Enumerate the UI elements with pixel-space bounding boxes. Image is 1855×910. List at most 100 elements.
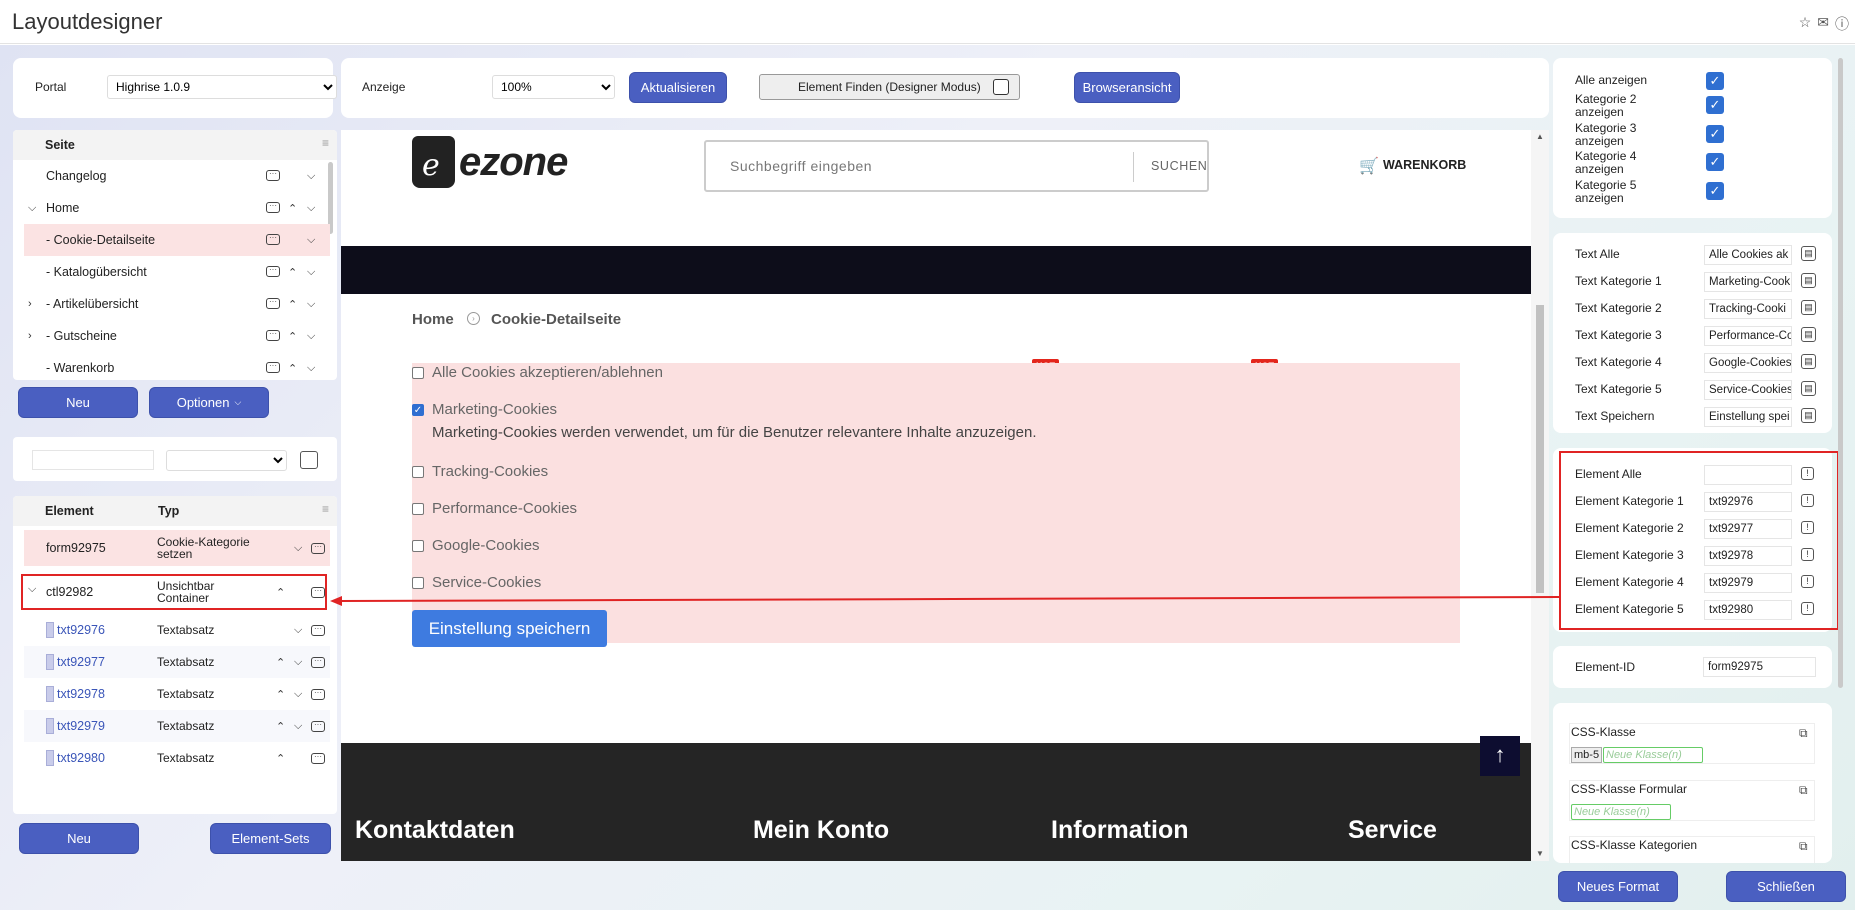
copy-icon[interactable]: ⧉ bbox=[1799, 783, 1808, 798]
move-down-icon[interactable]: ⌵ bbox=[307, 234, 315, 247]
alert-icon[interactable]: ! bbox=[1801, 494, 1814, 507]
move-up-icon[interactable]: ⌃ bbox=[288, 266, 297, 279]
new-form-class-input[interactable]: Neue Klasse(n) bbox=[1571, 804, 1671, 820]
find-element-checkbox[interactable] bbox=[993, 79, 1009, 95]
scrollbar-thumb[interactable] bbox=[1536, 305, 1544, 593]
cookie-row-performance[interactable]: Performance-Cookies bbox=[412, 500, 577, 517]
move-up-icon[interactable]: ⌃ bbox=[288, 362, 297, 375]
alert-icon[interactable]: ! bbox=[1801, 467, 1814, 480]
move-down-icon[interactable]: ⌵ bbox=[307, 202, 315, 215]
element-type-select[interactable] bbox=[166, 450, 287, 471]
text-setting-input[interactable]: Google-Cookies bbox=[1704, 353, 1792, 373]
page-tree-item[interactable]: ⌵ Home ··· ⌃ ⌵ bbox=[24, 192, 330, 224]
move-down-icon[interactable]: ⌵ bbox=[294, 720, 302, 733]
page-tree-item[interactable]: - Katalogübersicht ··· ⌃ ⌵ bbox=[24, 256, 330, 288]
cookie-row-all[interactable]: Alle Cookies akzeptieren/ablehnen bbox=[412, 364, 663, 381]
cookie-marketing-checkbox[interactable]: ✓ bbox=[412, 403, 424, 416]
more-options-icon[interactable]: ··· bbox=[311, 720, 325, 732]
right-panel-scrollbar[interactable] bbox=[1838, 58, 1843, 688]
move-down-icon[interactable]: ⌵ bbox=[294, 542, 302, 555]
move-up-icon[interactable]: ⌃ bbox=[276, 720, 285, 733]
cart-label[interactable]: WARENKORB bbox=[1383, 158, 1466, 172]
menu-lines-icon[interactable]: ≡ bbox=[322, 502, 329, 516]
show-option-checkbox[interactable]: ✓ bbox=[1706, 125, 1724, 143]
translate-icon[interactable]: ▤ bbox=[1801, 273, 1816, 288]
new-page-button[interactable]: Neu bbox=[18, 387, 138, 418]
refresh-button[interactable]: Aktualisieren bbox=[629, 72, 727, 103]
element-setting-input[interactable]: txt92979 bbox=[1704, 573, 1792, 593]
help-icon[interactable]: ⓘ bbox=[1835, 14, 1849, 34]
find-element-toggle[interactable]: Element Finden (Designer Modus) bbox=[759, 74, 1020, 100]
more-options-icon[interactable]: ··· bbox=[311, 688, 325, 700]
more-options-icon[interactable]: ··· bbox=[311, 752, 325, 764]
element-setting-input[interactable]: txt92980 bbox=[1704, 600, 1792, 620]
scroll-down-icon[interactable]: ▼ bbox=[1536, 849, 1544, 858]
move-up-icon[interactable]: ⌃ bbox=[288, 298, 297, 311]
move-down-icon[interactable]: ⌵ bbox=[307, 266, 315, 279]
text-setting-input[interactable]: Tracking-Cooki bbox=[1704, 299, 1792, 319]
more-options-icon[interactable]: ··· bbox=[266, 330, 280, 341]
more-options-icon[interactable]: ··· bbox=[311, 542, 325, 554]
element-id-input[interactable]: form92975 bbox=[1703, 657, 1816, 677]
drag-handle-icon[interactable] bbox=[46, 686, 54, 702]
page-tree-item[interactable]: - Cookie-Detailseite ··· ⌵ bbox=[24, 224, 330, 256]
cookie-tracking-checkbox[interactable] bbox=[412, 465, 424, 478]
cookie-all-checkbox[interactable] bbox=[412, 366, 424, 379]
move-up-icon[interactable]: ⌃ bbox=[276, 752, 285, 765]
more-options-icon[interactable]: ··· bbox=[266, 202, 280, 213]
show-option-checkbox[interactable]: ✓ bbox=[1706, 182, 1724, 200]
element-setting-input[interactable]: txt92976 bbox=[1704, 492, 1792, 512]
text-setting-input[interactable]: Performance-Co bbox=[1704, 326, 1792, 346]
translate-icon[interactable]: ▤ bbox=[1801, 246, 1816, 261]
move-down-icon[interactable]: ⌵ bbox=[294, 656, 302, 669]
page-tree-item[interactable]: - Warenkorb ··· ⌃ ⌵ bbox=[24, 352, 330, 384]
text-setting-input[interactable]: Einstellung spei bbox=[1704, 407, 1792, 427]
chevron-right-icon[interactable]: › bbox=[28, 298, 32, 310]
alert-icon[interactable]: ! bbox=[1801, 548, 1814, 561]
chevron-down-icon[interactable]: ⌵ bbox=[28, 202, 36, 215]
scroll-to-top-icon[interactable]: ↑ bbox=[1480, 736, 1520, 776]
element-filter-input[interactable] bbox=[32, 450, 154, 470]
element-tree-row[interactable]: txt92977 Textabsatz ⌃ ⌵ ··· bbox=[24, 646, 330, 678]
move-down-icon[interactable]: ⌵ bbox=[294, 624, 302, 637]
new-class-input[interactable]: Neue Klasse(n) bbox=[1603, 747, 1703, 763]
page-tree-item[interactable]: › - Artikelübersicht ··· ⌃ ⌵ bbox=[24, 288, 330, 320]
move-down-icon[interactable]: ⌵ bbox=[307, 170, 315, 183]
move-down-icon[interactable]: ⌵ bbox=[294, 688, 302, 701]
alert-icon[interactable]: ! bbox=[1801, 575, 1814, 588]
element-tree-row[interactable]: txt92979 Textabsatz ⌃ ⌵ ··· bbox=[24, 710, 330, 742]
text-setting-input[interactable]: Alle Cookies ak bbox=[1704, 245, 1792, 265]
more-options-icon[interactable]: ··· bbox=[266, 298, 280, 309]
chevron-right-icon[interactable]: › bbox=[28, 330, 32, 342]
more-options-icon[interactable]: ··· bbox=[266, 266, 280, 277]
element-filter-checkbox[interactable] bbox=[300, 451, 318, 469]
drag-handle-icon[interactable] bbox=[46, 654, 54, 670]
menu-lines-icon[interactable]: ≡ bbox=[322, 136, 329, 150]
element-tree-row[interactable]: txt92976 Textabsatz ⌵ ··· bbox=[24, 614, 330, 646]
new-format-button[interactable]: Neues Format bbox=[1558, 871, 1678, 902]
cookie-row-tracking[interactable]: Tracking-Cookies bbox=[412, 463, 548, 480]
scroll-up-icon[interactable]: ▲ bbox=[1536, 132, 1544, 141]
more-options-icon[interactable]: ··· bbox=[266, 234, 280, 245]
page-tree-item[interactable]: Changelog ··· ⌵ bbox=[24, 160, 330, 192]
move-down-icon[interactable]: ⌵ bbox=[307, 298, 315, 311]
browser-view-button[interactable]: Browseransicht bbox=[1074, 72, 1180, 103]
move-up-icon[interactable]: ⌃ bbox=[288, 330, 297, 343]
cookie-google-checkbox[interactable] bbox=[412, 539, 424, 552]
cookie-row-service[interactable]: Service-Cookies bbox=[412, 574, 541, 591]
text-setting-input[interactable]: Marketing-Cook bbox=[1704, 272, 1792, 292]
more-options-icon[interactable]: ··· bbox=[311, 624, 325, 636]
translate-icon[interactable]: ▤ bbox=[1801, 327, 1816, 342]
preview-scrollbar[interactable]: ▲ ▼ bbox=[1531, 130, 1549, 861]
save-settings-button[interactable]: Einstellung speichern bbox=[412, 610, 607, 647]
portal-select[interactable]: Highrise 1.0.9 bbox=[107, 75, 337, 99]
element-setting-input[interactable] bbox=[1704, 465, 1792, 485]
alert-icon[interactable]: ! bbox=[1801, 602, 1814, 615]
drag-handle-icon[interactable] bbox=[46, 622, 54, 638]
more-options-icon[interactable]: ··· bbox=[311, 656, 325, 668]
zoom-select[interactable]: 100% bbox=[492, 75, 615, 99]
new-element-button[interactable]: Neu bbox=[19, 823, 139, 854]
drag-handle-icon[interactable] bbox=[46, 750, 54, 766]
cookie-service-checkbox[interactable] bbox=[412, 576, 424, 589]
shop-search-button[interactable]: SUCHEN bbox=[1151, 159, 1207, 173]
